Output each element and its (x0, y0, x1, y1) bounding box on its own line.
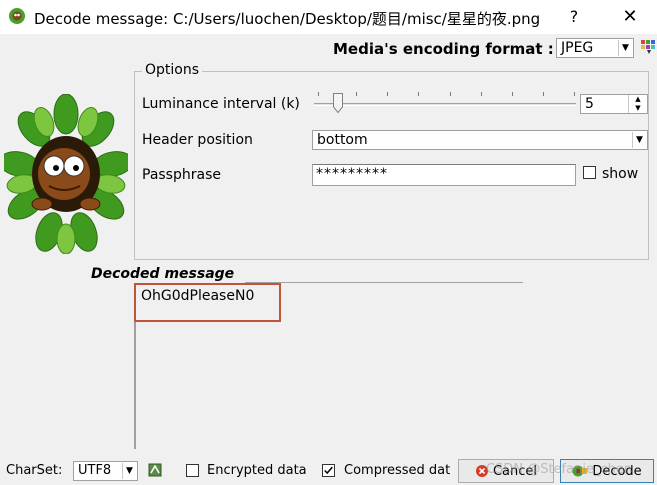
compressed-data-checkbox[interactable] (322, 464, 335, 477)
app-icon (9, 8, 25, 24)
charset-value: UTF8 (78, 463, 112, 478)
luminance-slider-thumb[interactable] (333, 93, 343, 113)
checkmark-icon (324, 466, 333, 475)
passphrase-label: Passphrase (142, 167, 221, 183)
chevron-down-icon: ▼ (632, 132, 646, 148)
charset-label: CharSet: (6, 463, 63, 478)
charset-icon[interactable] (148, 463, 162, 477)
encrypted-data-label: Encrypted data (207, 463, 307, 478)
header-position-value: bottom (317, 132, 368, 148)
close-icon[interactable]: ✕ (616, 5, 644, 29)
slider-tick (318, 92, 319, 96)
compressed-data-label: Compressed dat (344, 463, 451, 478)
slider-tick (450, 92, 451, 96)
show-passphrase-label: show (602, 166, 639, 182)
encoding-format-value: JPEG (561, 40, 594, 56)
passphrase-input[interactable]: ********* (312, 164, 576, 186)
color-palette-icon[interactable] (641, 40, 655, 54)
window-title: Decode message: C:/Users/luochen/Desktop… (34, 10, 541, 28)
spin-arrows-icon[interactable]: ▲ ▼ (628, 95, 647, 113)
chevron-down-icon: ▼ (122, 463, 136, 479)
charset-select[interactable]: UTF8 ▼ (73, 461, 138, 481)
slider-tick (387, 92, 388, 96)
slider-tick (418, 92, 419, 96)
slider-tick (543, 92, 544, 96)
header-position-select[interactable]: bottom ▼ (312, 130, 648, 150)
luminance-slider[interactable] (314, 103, 576, 106)
frog-mascot (4, 94, 128, 254)
slider-tick (356, 92, 357, 96)
slider-tick (481, 92, 482, 96)
help-icon[interactable]: ? (562, 5, 586, 29)
show-passphrase-checkbox[interactable] (583, 166, 596, 179)
highlight-annotation (134, 283, 281, 322)
encrypted-data-checkbox[interactable] (186, 464, 199, 477)
slider-tick (512, 92, 513, 96)
chevron-down-icon: ▼ (618, 40, 632, 56)
luminance-interval-label: Luminance interval (k) (142, 96, 300, 112)
watermark-text: CSDN @Stefanie_chen (486, 462, 633, 477)
options-legend: Options (142, 62, 203, 78)
decoded-message-label: Decoded message (91, 266, 235, 282)
luminance-value: 5 (585, 96, 594, 112)
encoding-format-label: Media's encoding format : (333, 40, 554, 58)
header-position-label: Header position (142, 132, 253, 148)
encoding-format-select[interactable]: JPEG ▼ (556, 38, 634, 58)
slider-tick (574, 92, 575, 96)
